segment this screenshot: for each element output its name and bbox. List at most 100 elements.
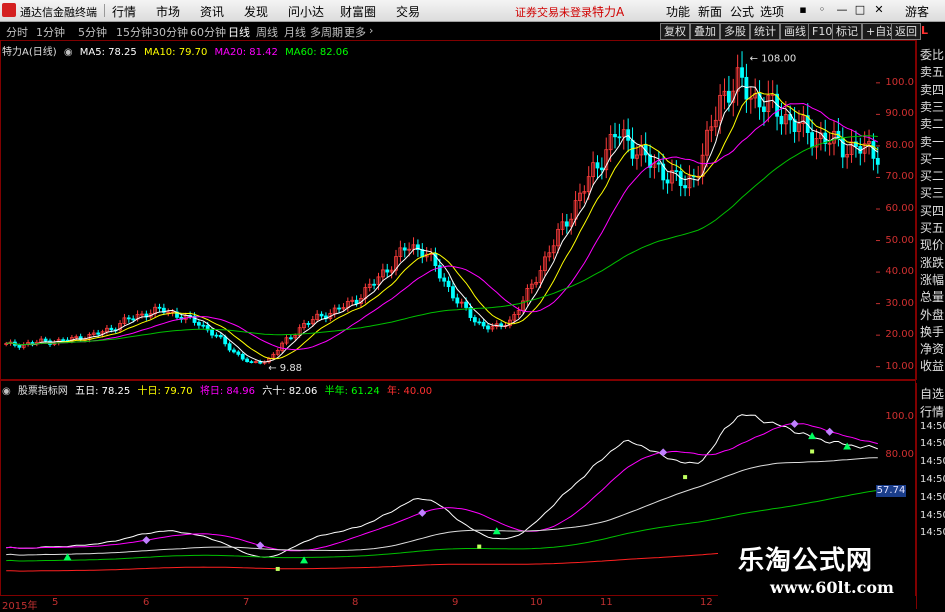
- side-time-item[interactable]: 14:50: [920, 527, 945, 538]
- tab-monthly[interactable]: 月线: [284, 24, 306, 40]
- side-quote-item[interactable]: 委比: [920, 46, 944, 63]
- side-quote-item[interactable]: 总量: [920, 288, 944, 305]
- side-quote-item[interactable]: 买一: [920, 150, 944, 167]
- tab-intraday[interactable]: 分时: [6, 24, 28, 40]
- x-label-may: 5: [52, 597, 59, 608]
- side-quote-item[interactable]: 卖一: [920, 133, 944, 150]
- close-button[interactable]: ✕: [872, 3, 886, 16]
- side-quote-item[interactable]: 买二: [920, 167, 944, 184]
- side-time-item[interactable]: 14:50: [920, 438, 945, 449]
- login-status[interactable]: 证券交易未登录: [515, 4, 592, 20]
- side-time-item[interactable]: 自选: [920, 385, 944, 402]
- time-side-panel[interactable]: 自选行情14:5014:5014:5014:5014:5014:5014:50: [916, 383, 945, 609]
- menu-item-quotes[interactable]: 行情: [112, 3, 136, 20]
- side-quote-item[interactable]: 涨幅: [920, 271, 944, 288]
- skin-icon[interactable]: ▪: [796, 3, 810, 16]
- tab-multi-period[interactable]: 多周期: [310, 24, 343, 40]
- x-label-aug: 8: [352, 597, 359, 608]
- stats-button[interactable]: 统计: [750, 23, 780, 40]
- indicator-settings-icon[interactable]: ◉: [2, 386, 11, 397]
- tab-daily[interactable]: 日线: [228, 24, 250, 40]
- tab-5min[interactable]: 5分钟: [78, 24, 107, 40]
- tab-1min[interactable]: 1分钟: [36, 24, 65, 40]
- ind-five-day: 五日: 78.25: [75, 386, 131, 397]
- ind-last-value-badge: 57.74: [876, 485, 906, 497]
- draw-line-button[interactable]: 画线: [780, 23, 810, 40]
- side-quote-item[interactable]: 卖四: [920, 81, 944, 98]
- menu-item-news[interactable]: 资讯: [200, 3, 224, 20]
- x-label-jun: 6: [143, 597, 150, 608]
- menu-item-market[interactable]: 市场: [156, 3, 180, 20]
- app-logo-icon: [2, 3, 16, 17]
- tab-60min[interactable]: 60分钟: [190, 24, 226, 40]
- side-quote-item[interactable]: 涨跌: [920, 254, 944, 271]
- menu-item-functions[interactable]: 功能: [666, 3, 690, 20]
- maximize-button[interactable]: □: [853, 3, 867, 16]
- side-quote-item[interactable]: 卖五: [920, 63, 944, 80]
- side-quote-item[interactable]: 换手: [920, 323, 944, 340]
- price-axis-label: 50.00: [885, 234, 914, 246]
- adjust-button[interactable]: 复权: [660, 23, 690, 40]
- indicator-name: 股票指标网: [17, 386, 68, 397]
- multi-stock-button[interactable]: 多股: [720, 23, 750, 40]
- ind-axis-100: 100.0: [885, 411, 914, 422]
- side-quote-item[interactable]: 买四: [920, 202, 944, 219]
- x-label-nov: 11: [600, 597, 613, 608]
- ind-axis-80: 80.00: [885, 449, 914, 460]
- price-axis-label: 90.00: [885, 108, 914, 120]
- side-quote-item[interactable]: 买五: [920, 219, 944, 236]
- menu-item-discover[interactable]: 发现: [244, 3, 268, 20]
- menu-item-options[interactable]: 选项: [760, 3, 784, 20]
- tab-15min[interactable]: 15分钟: [116, 24, 152, 40]
- side-time-item[interactable]: 14:50: [920, 492, 945, 503]
- tab-weekly[interactable]: 周线: [256, 24, 278, 40]
- side-time-item[interactable]: 14:50: [920, 474, 945, 485]
- side-time-item[interactable]: 14:50: [920, 510, 945, 521]
- info-icon[interactable]: ◦: [815, 3, 829, 16]
- side-quote-item[interactable]: 净资: [920, 340, 944, 357]
- menu-bar: 通达信金融终端 行情 市场 资讯 发现 问小达 财富圈 交易 证券交易未登录 特…: [0, 0, 945, 22]
- side-time-item[interactable]: 14:50: [920, 421, 945, 432]
- side-time-item[interactable]: 14:50: [920, 456, 945, 467]
- price-axis-label: 80.00: [885, 139, 914, 151]
- x-label-jul: 7: [243, 597, 250, 608]
- quote-side-panel[interactable]: 委比 卖五 卖四 卖三 卖二 卖一 买一 买二 买三 买四 买五 现价 涨跌 涨幅 总量 外盘 换手 净资 收益: [916, 40, 945, 380]
- overlay-button[interactable]: 叠加: [690, 23, 720, 40]
- x-label-2015: 2015年: [2, 601, 38, 612]
- menu-item-wealth[interactable]: 财富圈: [340, 3, 376, 20]
- guest-label[interactable]: 游客: [905, 3, 929, 20]
- price-axis-label: 70.00: [885, 171, 914, 183]
- side-time-item[interactable]: 行情: [920, 403, 944, 420]
- app-title: 通达信金融终端: [20, 6, 97, 19]
- side-quote-item[interactable]: 买三: [920, 184, 944, 201]
- side-quote-item[interactable]: 卖二: [920, 115, 944, 132]
- menu-item-formula[interactable]: 公式: [730, 3, 754, 20]
- side-quote-item[interactable]: 外盘: [920, 306, 944, 323]
- side-quote-item[interactable]: 收益: [920, 357, 944, 374]
- side-quote-item[interactable]: 卖三: [920, 98, 944, 115]
- ind-sixty-day: 六十: 82.06: [262, 386, 318, 397]
- ind-mid-day: 将日: 84.96: [199, 386, 256, 397]
- menu-item-ask[interactable]: 问小达: [288, 3, 324, 20]
- tab-more[interactable]: 更多: [344, 24, 366, 40]
- x-label-dec: 12: [700, 597, 713, 608]
- menu-item-trade[interactable]: 交易: [396, 3, 420, 20]
- watermark: 乐淘公式网 www.60lt.com: [718, 530, 915, 609]
- price-axis-label: 10.00: [885, 360, 914, 372]
- watermark-url: www.60lt.com: [770, 578, 894, 597]
- mark-button[interactable]: 标记: [832, 23, 862, 40]
- side-corner-label: L: [921, 24, 929, 37]
- back-button[interactable]: 返回: [891, 23, 921, 40]
- main-chart-panel[interactable]: [0, 40, 916, 380]
- side-quote-item[interactable]: 现价: [920, 236, 944, 253]
- tab-30min[interactable]: 30分钟: [152, 24, 188, 40]
- indicator-header: ◉ 股票指标网 五日: 78.25 十日: 79.70 将日: 84.96 六十…: [2, 382, 436, 397]
- minimize-button[interactable]: —: [835, 3, 849, 16]
- menu-divider: [104, 4, 105, 17]
- ind-half-year: 半年: 61.24: [324, 386, 380, 397]
- price-axis-label: 20.00: [885, 329, 914, 341]
- watermark-title: 乐淘公式网: [738, 546, 874, 576]
- menu-item-new-page[interactable]: 新面: [698, 3, 722, 20]
- price-axis-label: 40.00: [885, 266, 914, 278]
- more-chevron-icon[interactable]: ›: [369, 24, 373, 37]
